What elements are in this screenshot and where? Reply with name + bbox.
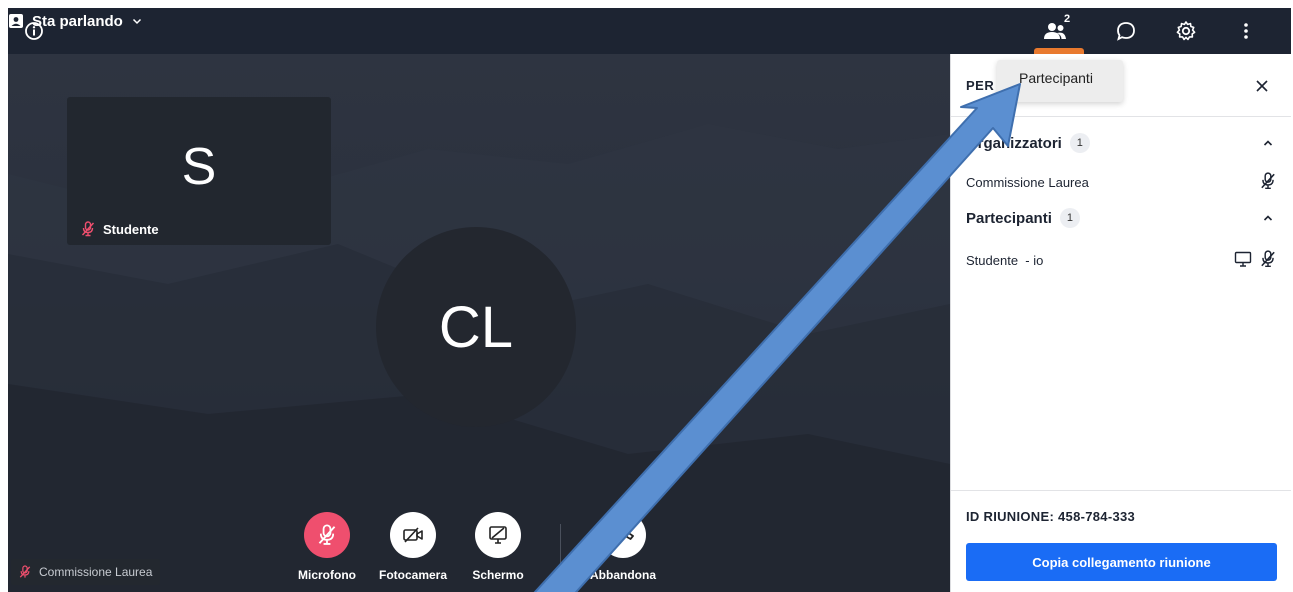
close-icon bbox=[1256, 80, 1268, 92]
screen-share-button[interactable]: Schermo bbox=[462, 512, 534, 582]
leave-label: Abbandona bbox=[590, 568, 656, 582]
participant-tile[interactable]: S Studente bbox=[67, 97, 331, 245]
controls-divider bbox=[560, 524, 561, 568]
chat-button[interactable] bbox=[1102, 8, 1150, 54]
section-organizers[interactable]: Organizzatori 1 bbox=[966, 131, 1282, 155]
section-count: 1 bbox=[1069, 133, 1090, 153]
section-title: Partecipanti bbox=[966, 209, 1052, 227]
participant-label: Studente bbox=[81, 221, 159, 237]
camera-circle bbox=[390, 512, 436, 558]
leave-circle bbox=[600, 512, 646, 558]
participants-count-badge: 2 bbox=[1064, 13, 1071, 25]
info-button[interactable] bbox=[22, 19, 46, 43]
chat-icon bbox=[1117, 22, 1135, 41]
mic-off-icon bbox=[81, 221, 95, 237]
app-window: Sta parlando 2 S Studente CL Commissione… bbox=[8, 8, 1291, 592]
call-controls: Microfono Fotocamera Schermo Abbandona bbox=[8, 512, 950, 592]
leave-button[interactable]: Abbandona bbox=[586, 512, 660, 582]
camera-label: Fotocamera bbox=[378, 568, 448, 582]
speaker-avatar: CL bbox=[376, 227, 576, 427]
info-icon bbox=[25, 22, 43, 40]
mic-off-icon bbox=[318, 524, 336, 545]
microphone-circle bbox=[304, 512, 350, 558]
microphone-label: Microfono bbox=[298, 568, 356, 582]
chevron-up-icon[interactable] bbox=[1260, 135, 1276, 151]
list-item[interactable]: Commissione Laurea bbox=[966, 170, 1282, 194]
screen-share-off-icon bbox=[489, 526, 507, 544]
mic-off-icon bbox=[1261, 172, 1275, 190]
row-icons bbox=[1260, 172, 1276, 190]
top-bar: Sta parlando 2 bbox=[8, 8, 1291, 54]
copy-meeting-link-button[interactable]: Copia collegamento riunione bbox=[966, 543, 1277, 581]
panel-footer: ID RIUNIONE: 458-784-333 Copia collegame… bbox=[951, 490, 1291, 592]
participants-panel: PER Organizzatori 1 Commissione Laurea P… bbox=[950, 54, 1291, 592]
microphone-button[interactable]: Microfono bbox=[291, 512, 363, 582]
chevron-down-icon bbox=[132, 18, 141, 25]
participant-name: Studente bbox=[103, 221, 159, 237]
video-stage: S Studente CL Commissione Laurea Microfo… bbox=[8, 54, 950, 592]
layout-selector[interactable]: Sta parlando bbox=[8, 8, 1291, 34]
section-title: Organizzatori bbox=[966, 134, 1062, 152]
screen-circle bbox=[475, 512, 521, 558]
screen-label: Schermo bbox=[472, 568, 524, 582]
row-icons bbox=[1234, 250, 1276, 268]
screen-icon bbox=[1234, 251, 1252, 267]
hang-up-icon bbox=[612, 531, 634, 540]
participant-name: Studente - io bbox=[966, 252, 1044, 268]
gear-icon bbox=[1176, 21, 1196, 41]
participants-tooltip: Partecipanti bbox=[997, 60, 1123, 102]
meeting-id: ID RIUNIONE: 458-784-333 bbox=[966, 509, 1136, 524]
settings-button[interactable] bbox=[1162, 8, 1210, 54]
panel-title: PER bbox=[966, 78, 995, 93]
mic-off-icon bbox=[1261, 250, 1275, 268]
more-vertical-icon bbox=[1244, 23, 1248, 39]
section-participants[interactable]: Partecipanti 1 bbox=[966, 206, 1282, 230]
list-item[interactable]: Studente - io bbox=[966, 248, 1282, 272]
camera-off-icon bbox=[403, 527, 423, 543]
chevron-up-icon[interactable] bbox=[1260, 210, 1276, 226]
more-options-button[interactable] bbox=[1222, 8, 1270, 54]
participant-initial: S bbox=[181, 138, 217, 196]
camera-button[interactable]: Fotocamera bbox=[377, 512, 449, 582]
close-panel-button[interactable] bbox=[1250, 74, 1274, 98]
participant-name: Commissione Laurea bbox=[966, 174, 1089, 190]
section-count: 1 bbox=[1059, 208, 1080, 228]
